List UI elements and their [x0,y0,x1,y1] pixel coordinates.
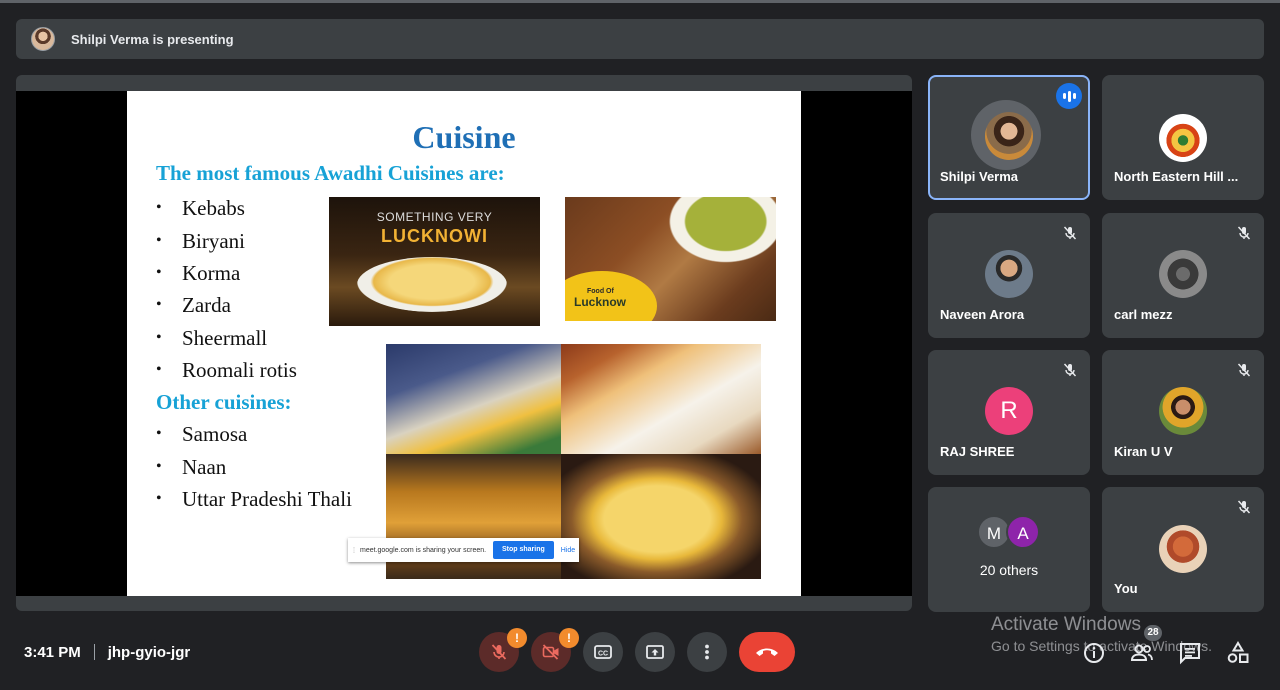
badge-text-main: Lucknow [574,295,627,309]
participant-tile-kiran-u-v[interactable]: Kiran U V [1102,350,1264,475]
shared-slide: Cuisine The most famous Awadhi Cuisines … [127,91,801,596]
others-count-label: 20 others [979,562,1039,578]
presenting-text: Shilpi Verma is presenting [71,31,234,47]
drag-handle-icon[interactable]: ⁞ [348,546,360,555]
camera-button[interactable]: ! [531,628,579,672]
participant-name: Naveen Arora [940,307,1025,322]
presenter-avatar [31,27,55,51]
list-item: • Uttar Pradeshi Thali [156,486,352,511]
chaat-photo [386,344,561,454]
list-item: • Korma [156,260,241,285]
captions-button[interactable]: CC [583,632,623,672]
biryani-photo: SOMETHING VERY LUCKNOWI [329,197,540,326]
participant-tile-raj-shree[interactable]: R RAJ SHREE [928,350,1090,475]
chat-icon[interactable] [1178,641,1202,665]
divider [93,644,95,660]
mic-off-icon [491,644,507,660]
participant-name: RAJ SHREE [940,444,1015,459]
participant-tile-north-eastern-hill[interactable]: North Eastern Hill ... [1102,75,1264,200]
participant-name: Kiran U V [1114,444,1173,459]
photo-caption-main: LUCKNOWI [381,226,488,246]
meeting-code: jhp-gyio-jgr [107,643,191,661]
meeting-details: 3:41 PM jhp-gyio-jgr [24,641,190,663]
meeting-time: 3:41 PM [24,643,81,661]
participant-name: North Eastern Hill ... [1114,169,1239,184]
participant-avatar [1159,387,1207,435]
participant-avatar [1159,250,1207,298]
list-item: • Sheermall [156,325,268,350]
leave-call-button[interactable] [739,632,795,672]
mic-off-icon [1063,363,1077,377]
camera-off-icon [542,644,559,660]
stop-sharing-button[interactable]: Stop sharing [493,541,554,559]
participant-initial-avatar: A [1006,515,1040,549]
share-message: meet.google.com is sharing your screen. [360,546,487,554]
participant-tile-you[interactable]: You [1102,487,1264,612]
participant-tile-others[interactable]: M A 20 others [928,487,1090,612]
participant-avatar [985,112,1033,160]
mic-warning-badge: ! [507,628,527,648]
kebab-photo: Food Of Lucknow [565,197,776,321]
slide-section-other: Other cuisines: [156,390,292,414]
hang-up-icon [756,648,778,656]
list-item: • Kebabs [156,196,245,221]
watermark-line1: Activate Windows [991,614,1141,635]
window-top-edge [0,0,1280,3]
captions-icon: CC [594,645,612,659]
speaking-indicator-icon [1056,83,1082,109]
participant-avatar [1159,525,1207,573]
chutney-bowl [663,197,776,267]
activities-icon[interactable] [1226,641,1250,665]
biryani-plate [357,257,507,312]
participant-name: carl mezz [1114,307,1173,322]
other-cuisine-list: • Samosa • Naan • Uttar Pradeshi Thali [156,418,352,515]
participant-tile-naveen-arora[interactable]: Naveen Arora [928,213,1090,338]
mic-off-icon [1063,226,1077,240]
list-item: • Zarda [156,293,231,318]
camera-warning-badge: ! [559,628,579,648]
others-avatar-stack: M A [977,515,1047,549]
participant-avatar [1159,114,1207,162]
screen-share-notification: ⁞ meet.google.com is sharing your screen… [348,538,579,562]
sweet-dish-photo [561,454,761,579]
people-icon[interactable] [1130,641,1154,665]
people-count-badge: 28 [1144,625,1162,641]
participant-name: You [1114,581,1138,596]
more-options-button[interactable] [687,632,727,672]
participant-name: Shilpi Verma [940,169,1019,184]
mic-off-icon [1237,226,1251,240]
photo-caption-top: SOMETHING VERY [376,210,493,224]
present-screen-icon [646,645,664,659]
meeting-details-icon[interactable] [1082,641,1106,665]
slide-section-awadhi: The most famous Awadhi Cuisines are: [156,161,505,185]
list-item: • Roomali rotis [156,358,297,383]
list-item: • Naan [156,454,227,479]
awadhi-cuisine-list: • Kebabs • Biryani • Korma • Zarda • Sheermal… [156,192,297,386]
present-now-button[interactable] [635,632,675,672]
participant-tile-shilpi-verma[interactable]: Shilpi Verma [928,75,1090,200]
participant-initial-avatar: R [985,387,1033,435]
participant-avatar [985,250,1033,298]
slide-title: Cuisine [412,119,516,155]
microphone-button[interactable]: ! [479,628,527,672]
presenting-banner: Shilpi Verma is presenting [16,19,1264,59]
badge-text-top: Food Of [587,288,614,295]
naan-photo [561,344,761,454]
hide-button[interactable]: Hide [561,547,575,554]
list-item: • Samosa [156,422,248,447]
more-vert-icon [705,644,709,660]
mic-off-icon [1237,500,1251,514]
participant-tile-carl-mezz[interactable]: carl mezz [1102,213,1264,338]
svg-text:CC: CC [598,651,608,658]
mic-off-icon [1237,363,1251,377]
list-item: • Biryani [156,228,245,253]
